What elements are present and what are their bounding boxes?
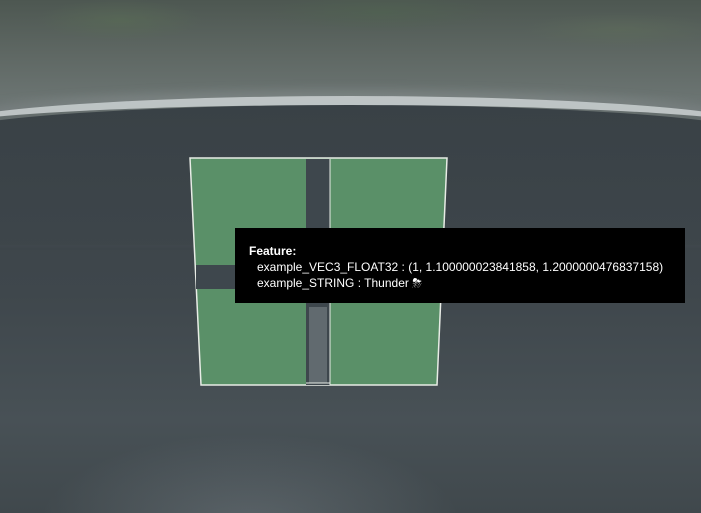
map-viewport[interactable]: Feature: example_VEC3_FLOAT32 : (1, 1.10…	[0, 0, 701, 513]
property-value: (1, 1.100000023841858, 1.200000047683715…	[408, 260, 664, 274]
property-key: example_STRING	[257, 276, 355, 290]
tooltip-property-row: example_STRING : Thunder ⛈	[249, 275, 685, 291]
property-value: Thunder ⛈	[364, 276, 422, 290]
property-separator: :	[398, 260, 409, 274]
property-key: example_VEC3_FLOAT32	[257, 260, 399, 274]
tooltip-title: Feature:	[249, 244, 297, 258]
feature-tooltip: Feature: example_VEC3_FLOAT32 : (1, 1.10…	[235, 228, 685, 303]
property-separator: :	[354, 276, 365, 290]
feature-vertical-gap-highlight	[309, 307, 327, 383]
tooltip-property-row: example_VEC3_FLOAT32 : (1, 1.10000002384…	[249, 259, 685, 275]
